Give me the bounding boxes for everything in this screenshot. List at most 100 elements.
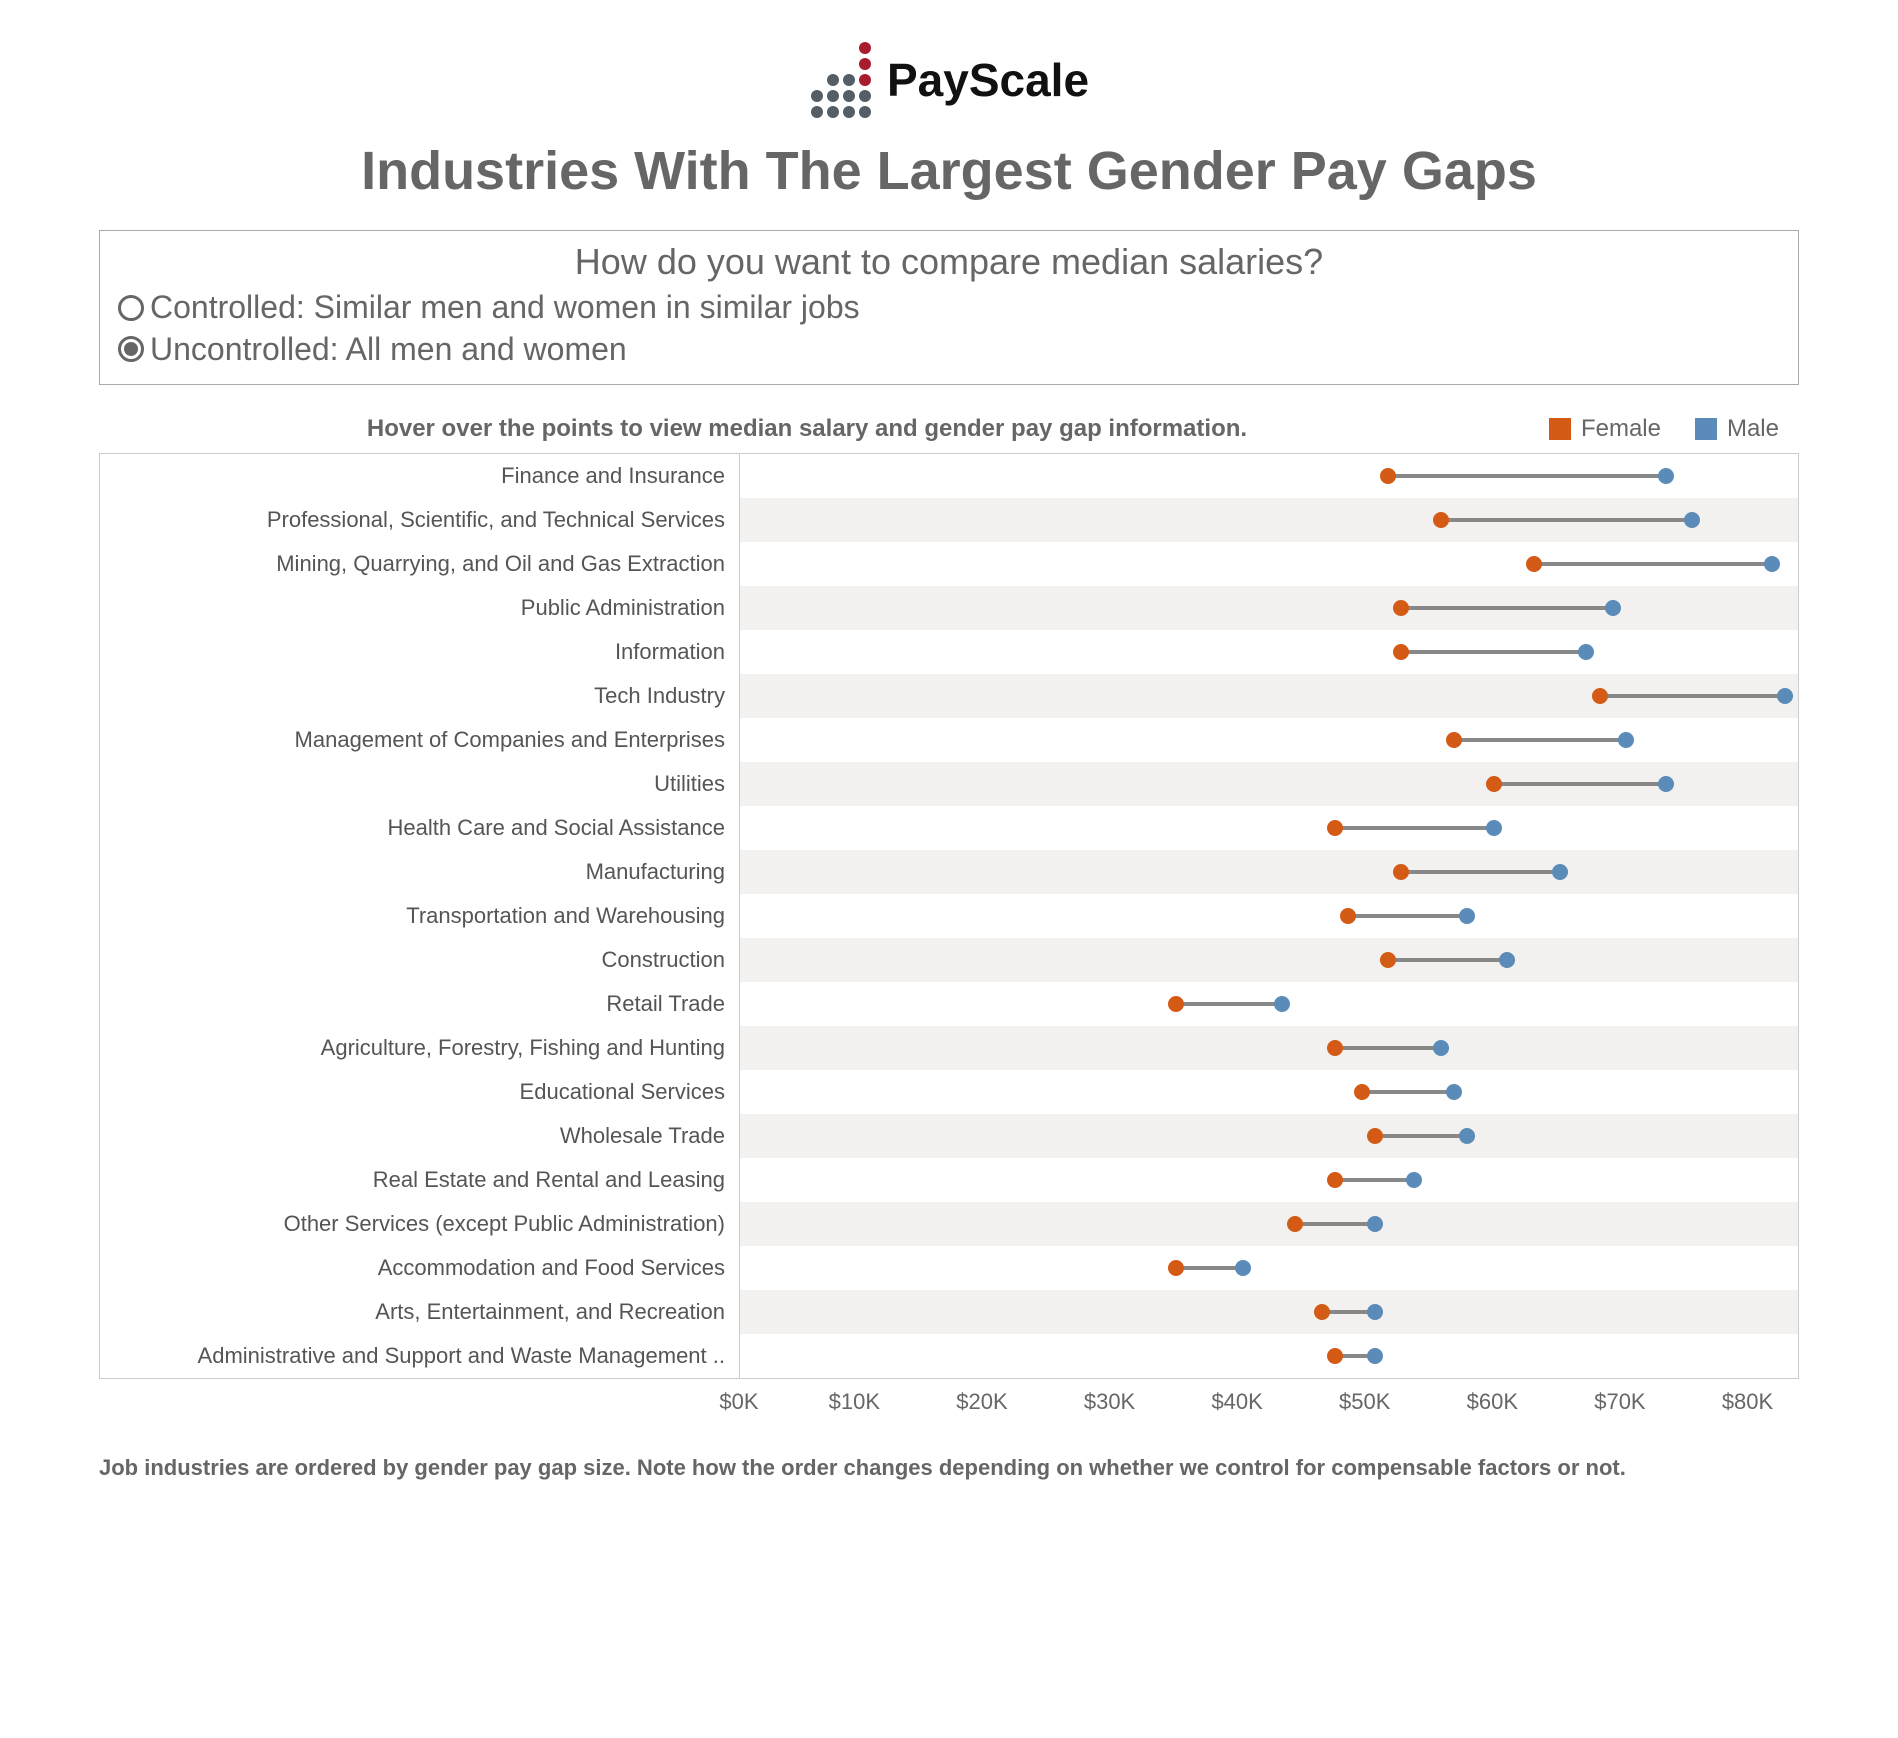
male-marker[interactable] — [1658, 776, 1674, 792]
connector-line — [1295, 1222, 1374, 1226]
row-plot — [740, 542, 1798, 586]
row-label: Other Services (except Public Administra… — [100, 1202, 740, 1246]
male-marker[interactable] — [1274, 996, 1290, 1012]
female-marker[interactable] — [1327, 1040, 1343, 1056]
female-marker[interactable] — [1486, 776, 1502, 792]
male-marker[interactable] — [1367, 1216, 1383, 1232]
row-label: Educational Services — [100, 1070, 740, 1114]
axis-tick: $70K — [1594, 1389, 1645, 1415]
male-marker[interactable] — [1658, 468, 1674, 484]
female-marker[interactable] — [1367, 1128, 1383, 1144]
female-marker[interactable] — [1327, 1348, 1343, 1364]
connector-line — [1348, 914, 1467, 918]
chart-row: Arts, Entertainment, and Recreation — [100, 1290, 1798, 1334]
connector-line — [1401, 650, 1586, 654]
row-label: Health Care and Social Assistance — [100, 806, 740, 850]
chart-row: Real Estate and Rental and Leasing — [100, 1158, 1798, 1202]
connector-line — [1375, 1134, 1468, 1138]
options-prompt: How do you want to compare median salari… — [118, 241, 1780, 283]
connector-line — [1388, 474, 1666, 478]
female-marker[interactable] — [1340, 908, 1356, 924]
radio-label: Controlled: Similar men and women in sim… — [150, 287, 860, 329]
male-marker[interactable] — [1499, 952, 1515, 968]
connector-line — [1362, 1090, 1455, 1094]
row-label: Manufacturing — [100, 850, 740, 894]
female-marker[interactable] — [1393, 644, 1409, 660]
male-marker[interactable] — [1367, 1348, 1383, 1364]
male-marker[interactable] — [1618, 732, 1634, 748]
connector-line — [1401, 870, 1560, 874]
male-marker[interactable] — [1764, 556, 1780, 572]
chart-row: Wholesale Trade — [100, 1114, 1798, 1158]
chart-row: Mining, Quarrying, and Oil and Gas Extra… — [100, 542, 1798, 586]
connector-line — [1388, 958, 1507, 962]
row-label: Wholesale Trade — [100, 1114, 740, 1158]
female-marker[interactable] — [1168, 996, 1184, 1012]
logo-text: PayScale — [887, 53, 1089, 107]
chart-row: Health Care and Social Assistance — [100, 806, 1798, 850]
square-icon — [1549, 418, 1571, 440]
row-label: Tech Industry — [100, 674, 740, 718]
chart-row: Educational Services — [100, 1070, 1798, 1114]
male-marker[interactable] — [1459, 908, 1475, 924]
male-marker[interactable] — [1459, 1128, 1475, 1144]
page-title: Industries With The Largest Gender Pay G… — [99, 140, 1799, 202]
female-marker[interactable] — [1446, 732, 1462, 748]
row-plot — [740, 498, 1798, 542]
male-marker[interactable] — [1684, 512, 1700, 528]
radio-controlled[interactable]: Controlled: Similar men and women in sim… — [118, 287, 1780, 329]
connector-line — [1454, 738, 1626, 742]
male-marker[interactable] — [1433, 1040, 1449, 1056]
logo: PayScale — [99, 40, 1799, 120]
row-label: Finance and Insurance — [100, 454, 740, 498]
female-marker[interactable] — [1393, 864, 1409, 880]
chart-row: Other Services (except Public Administra… — [100, 1202, 1798, 1246]
female-marker[interactable] — [1433, 512, 1449, 528]
female-marker[interactable] — [1354, 1084, 1370, 1100]
row-plot — [740, 850, 1798, 894]
connector-line — [1176, 1266, 1242, 1270]
connector-line — [1494, 782, 1666, 786]
radio-label: Uncontrolled: All men and women — [150, 329, 627, 371]
legend-female: Female — [1549, 415, 1661, 443]
axis-tick: $10K — [829, 1389, 880, 1415]
female-marker[interactable] — [1526, 556, 1542, 572]
female-marker[interactable] — [1314, 1304, 1330, 1320]
chart-row: Professional, Scientific, and Technical … — [100, 498, 1798, 542]
female-marker[interactable] — [1393, 600, 1409, 616]
radio-icon — [118, 336, 144, 362]
female-marker[interactable] — [1380, 952, 1396, 968]
row-plot — [740, 982, 1798, 1026]
radio-uncontrolled[interactable]: Uncontrolled: All men and women — [118, 329, 1780, 371]
row-label: Administrative and Support and Waste Man… — [100, 1334, 740, 1378]
chart-row: Utilities — [100, 762, 1798, 806]
row-plot — [740, 718, 1798, 762]
female-marker[interactable] — [1168, 1260, 1184, 1276]
row-label: Public Administration — [100, 586, 740, 630]
female-marker[interactable] — [1380, 468, 1396, 484]
row-label: Mining, Quarrying, and Oil and Gas Extra… — [100, 542, 740, 586]
male-marker[interactable] — [1486, 820, 1502, 836]
male-marker[interactable] — [1446, 1084, 1462, 1100]
row-label: Information — [100, 630, 740, 674]
options-panel: How do you want to compare median salari… — [99, 230, 1799, 385]
male-marker[interactable] — [1552, 864, 1568, 880]
row-label: Professional, Scientific, and Technical … — [100, 498, 740, 542]
female-marker[interactable] — [1327, 820, 1343, 836]
male-marker[interactable] — [1605, 600, 1621, 616]
male-marker[interactable] — [1578, 644, 1594, 660]
male-marker[interactable] — [1367, 1304, 1383, 1320]
chart-row: Information — [100, 630, 1798, 674]
row-plot — [740, 1114, 1798, 1158]
female-marker[interactable] — [1592, 688, 1608, 704]
connector-line — [1401, 606, 1613, 610]
male-marker[interactable] — [1777, 688, 1793, 704]
axis-tick: $60K — [1467, 1389, 1518, 1415]
male-marker[interactable] — [1235, 1260, 1251, 1276]
row-plot — [740, 454, 1798, 498]
female-marker[interactable] — [1327, 1172, 1343, 1188]
female-marker[interactable] — [1287, 1216, 1303, 1232]
row-plot — [740, 938, 1798, 982]
row-plot — [740, 586, 1798, 630]
male-marker[interactable] — [1406, 1172, 1422, 1188]
